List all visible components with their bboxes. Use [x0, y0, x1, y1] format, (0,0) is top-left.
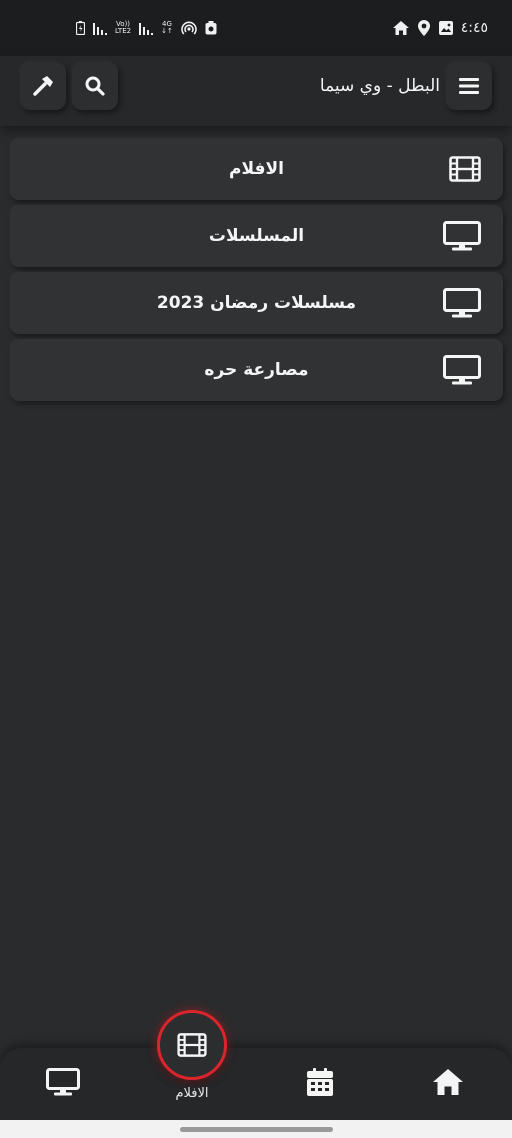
- calendar-icon: [307, 1068, 333, 1096]
- search-button[interactable]: [72, 62, 118, 110]
- network-type: 4G ↓↑: [161, 20, 173, 36]
- category-item-ramadan-series[interactable]: مسلسلات رمضان 2023: [10, 272, 503, 334]
- tools-button[interactable]: [20, 62, 66, 110]
- category-label: مسلسلات رمضان 2023: [156, 293, 357, 313]
- tv-icon: [443, 355, 481, 385]
- search-icon: [84, 75, 106, 97]
- category-item-movies[interactable]: الافلام: [10, 138, 503, 200]
- lte-text: LTE2: [115, 27, 132, 35]
- menu-button[interactable]: [446, 62, 492, 110]
- status-bar: Vo)) LTE2 4G ↓↑ ٤:٤٥: [0, 0, 512, 56]
- category-label: مصارعة حره: [204, 360, 309, 380]
- page-title: البطل - وي سيما: [319, 76, 440, 96]
- data-arrows-icon: ↓↑: [161, 27, 173, 35]
- category-label: المسلسلات: [208, 226, 305, 246]
- tv-icon: [443, 221, 481, 251]
- home-icon: [432, 1068, 464, 1096]
- nav-movies-label: الافلام: [175, 1086, 209, 1101]
- status-left: Vo)) LTE2 4G ↓↑: [76, 20, 217, 36]
- status-time: ٤:٤٥: [460, 20, 488, 36]
- nav-tv-button[interactable]: [46, 1068, 80, 1096]
- status-right: ٤:٤٥: [392, 20, 488, 36]
- hamburger-icon: [459, 77, 479, 95]
- app-bar: البطل - وي سيما: [0, 56, 512, 126]
- category-item-series[interactable]: المسلسلات: [10, 205, 503, 267]
- category-list: الافلام المسلسلات مسلسلات رمضان 2023 مصا…: [10, 138, 503, 406]
- gesture-area: [0, 1120, 512, 1138]
- tv-icon: [46, 1068, 80, 1096]
- signal-icon: [93, 20, 107, 36]
- tv-icon: [443, 288, 481, 318]
- hotspot-icon: [181, 20, 197, 36]
- hammer-icon: [31, 74, 55, 98]
- gesture-handle[interactable]: [180, 1127, 333, 1132]
- image-icon: [438, 20, 453, 36]
- nav-calendar-button[interactable]: [307, 1068, 333, 1096]
- battery-icon: [76, 20, 85, 36]
- signal-icon-2: [139, 20, 154, 36]
- film-icon: [449, 156, 481, 182]
- volte-icon: Vo)) LTE2: [115, 20, 131, 36]
- location-icon: [417, 20, 431, 36]
- bottom-nav: [0, 1048, 512, 1120]
- nav-home-button[interactable]: [432, 1068, 464, 1096]
- category-item-wrestling[interactable]: مصارعة حره: [10, 339, 503, 401]
- film-icon: [177, 1033, 207, 1057]
- nav-movies-button[interactable]: [157, 1010, 227, 1080]
- category-label: الافلام: [229, 159, 284, 179]
- home-status-icon: [392, 20, 409, 36]
- notification-icon: [205, 20, 217, 36]
